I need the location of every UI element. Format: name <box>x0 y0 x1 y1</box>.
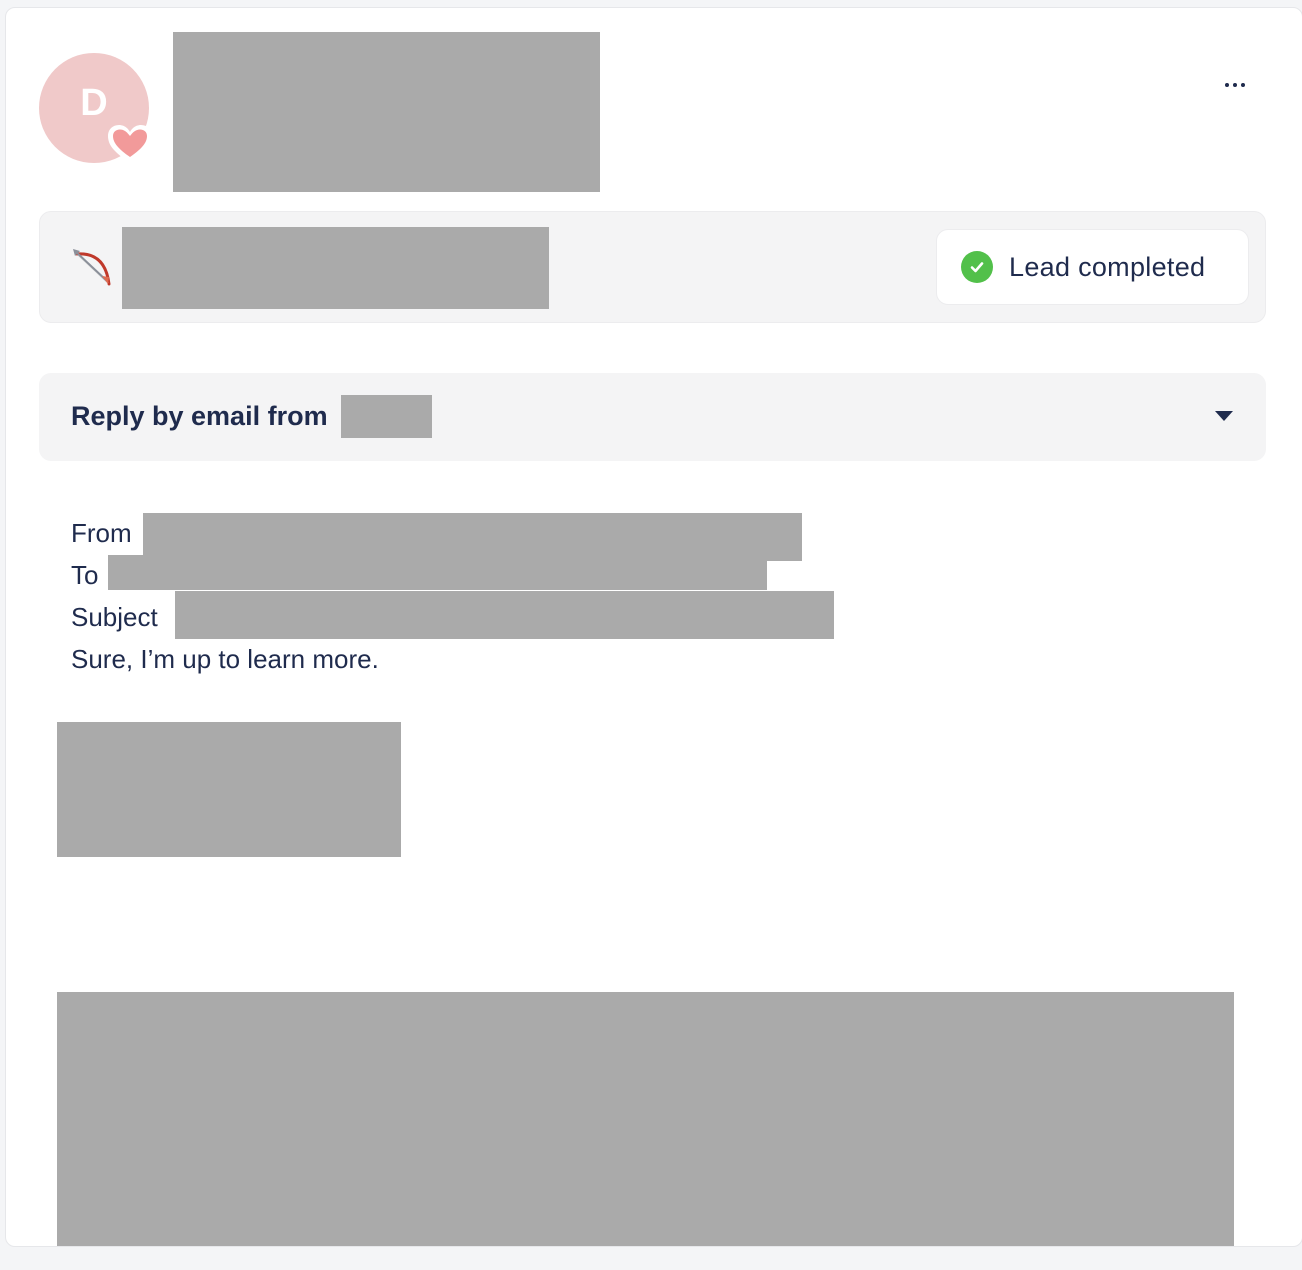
to-label: To <box>71 560 99 590</box>
redacted-to-address <box>108 555 767 590</box>
redacted-signature <box>57 722 401 857</box>
reply-section-title: Reply by email from <box>71 401 328 431</box>
email-body: Sure, I’m up to learn more. <box>71 644 379 674</box>
more-options-button[interactable] <box>1212 72 1258 98</box>
lead-status-badge[interactable]: Lead completed <box>936 229 1249 305</box>
lead-status-bar: Lead completed <box>39 211 1266 323</box>
lead-status-label: Lead completed <box>1009 251 1206 282</box>
heart-icon <box>104 121 156 167</box>
reply-section-toggle[interactable]: Reply by email from <box>39 373 1266 461</box>
more-horizontal-icon <box>1225 83 1229 87</box>
redacted-from-address <box>143 513 802 561</box>
caret-down-icon <box>1215 411 1233 421</box>
redacted-campaign-name <box>122 227 549 309</box>
avatar-initial: D <box>80 81 108 124</box>
bow-and-arrow-icon <box>71 246 115 290</box>
lead-activity-card: D Lead completed Reply by email from Fro… <box>5 7 1302 1247</box>
check-circle-icon <box>961 251 993 283</box>
redacted-subject <box>175 591 834 639</box>
from-label: From <box>71 518 132 548</box>
redacted-contact-name <box>173 32 600 192</box>
subject-label: Subject <box>71 602 158 632</box>
redacted-quoted-message <box>57 992 1234 1246</box>
redacted-sender <box>341 395 432 438</box>
